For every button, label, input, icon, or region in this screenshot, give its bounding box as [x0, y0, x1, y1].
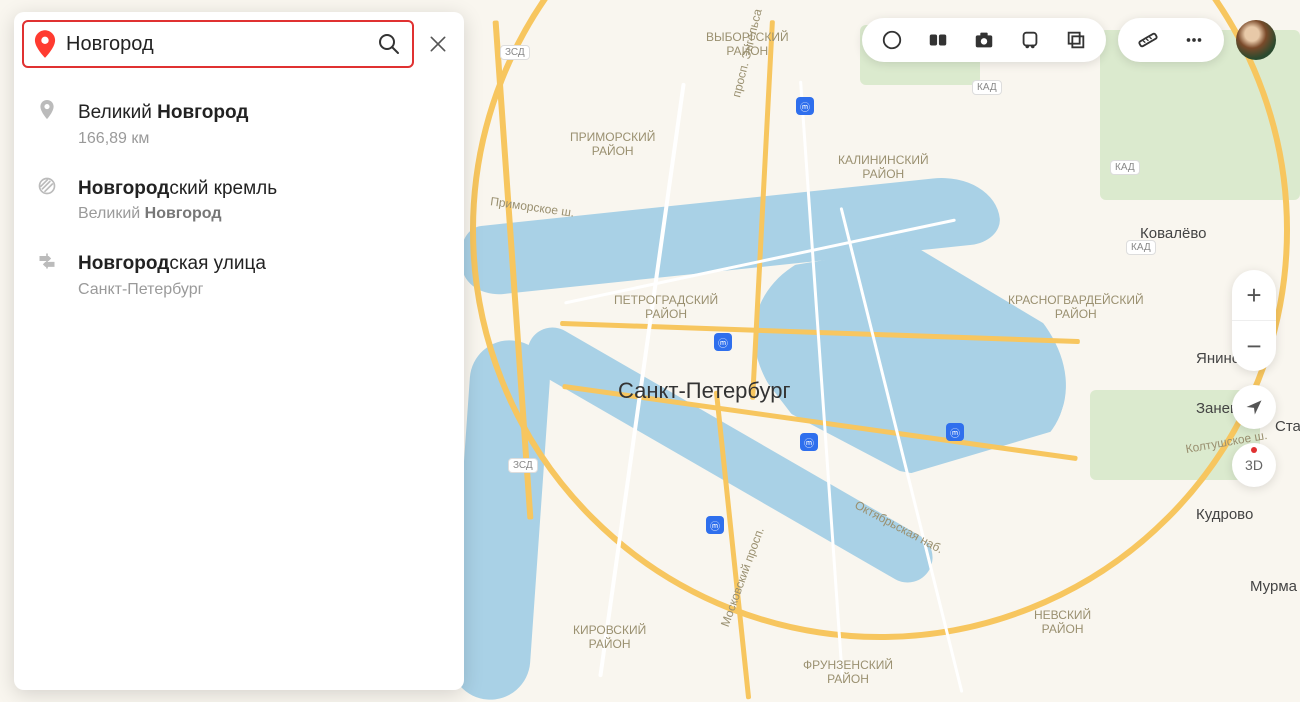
zoom-out-button[interactable]: − — [1232, 321, 1276, 371]
map-controls: + − 3D — [1232, 270, 1276, 487]
location-pin-icon — [34, 30, 56, 58]
metro-marker[interactable] — [706, 516, 724, 534]
district-label: КАЛИНИНСКИЙРАЙОН — [838, 153, 929, 181]
ruler-button[interactable] — [1126, 18, 1170, 62]
three-d-label: 3D — [1245, 457, 1263, 473]
road-label-kad: КАД — [972, 80, 1002, 95]
suggestion-item[interactable]: Новгородская улица Санкт-Петербург — [34, 237, 444, 313]
metro-marker[interactable] — [800, 433, 818, 451]
district-label: ПРИМОРСКИЙРАЙОН — [570, 130, 655, 158]
transport-button[interactable] — [1008, 18, 1052, 62]
top-toolbar — [862, 18, 1276, 62]
suggestion-subtitle: Великий Новгород — [78, 205, 444, 223]
road-label-zsd: ЗСД — [508, 458, 538, 473]
compass-3d-button[interactable]: 3D — [1232, 443, 1276, 487]
suggestion-title: Великий Новгород — [78, 100, 444, 126]
search-button[interactable] — [372, 27, 406, 61]
place-label: Кудрово — [1196, 506, 1253, 523]
suggestion-list: Великий Новгород 166,89 км Новгородский … — [22, 68, 456, 313]
camera-button[interactable] — [962, 18, 1006, 62]
city-label: Санкт-Петербург — [618, 378, 791, 404]
road-label-kad: КАД — [1110, 160, 1140, 175]
place-label: Ковалёво — [1140, 225, 1206, 242]
place-label: Ста — [1275, 418, 1300, 435]
locate-button[interactable] — [1232, 385, 1276, 429]
district-label: КИРОВСКИЙРАЙОН — [573, 623, 646, 651]
zoom-panel: + − — [1232, 270, 1276, 371]
compass-north-icon — [1251, 447, 1257, 453]
more-button[interactable] — [1172, 18, 1216, 62]
signpost-icon — [34, 251, 60, 277]
suggestion-title: Новгородский кремль — [78, 176, 444, 202]
tools-group — [1118, 18, 1224, 62]
suggestion-subtitle: 166,89 км — [78, 130, 444, 148]
district-label: КРАСНОГВАРДЕЙСКИЙРАЙОН — [1008, 293, 1144, 321]
layers-group — [862, 18, 1106, 62]
road-label-zsd: ЗСД — [500, 45, 530, 60]
search-box — [22, 20, 414, 68]
suggestion-item[interactable]: Великий Новгород 166,89 км — [34, 86, 444, 162]
road-label-kad: КАД — [1126, 240, 1156, 255]
layers-button[interactable] — [1054, 18, 1098, 62]
traffic-button[interactable] — [870, 18, 914, 62]
close-button[interactable] — [420, 26, 456, 62]
district-label: НЕВСКИЙРАЙОН — [1034, 608, 1091, 636]
search-input[interactable] — [66, 22, 372, 66]
district-label: ПЕТРОГРАДСКИЙРАЙОН — [614, 293, 718, 321]
metro-marker[interactable] — [946, 423, 964, 441]
suggestion-subtitle: Санкт-Петербург — [78, 281, 444, 299]
district-label: ФРУНЗЕНСКИЙРАЙОН — [803, 658, 893, 686]
search-panel: Великий Новгород 166,89 км Новгородский … — [14, 12, 464, 690]
zoom-in-button[interactable]: + — [1232, 270, 1276, 320]
place-label: Мурма — [1250, 578, 1297, 595]
metro-marker[interactable] — [714, 333, 732, 351]
street-panorama-button[interactable] — [916, 18, 960, 62]
pin-icon — [34, 100, 60, 126]
metro-marker[interactable] — [796, 97, 814, 115]
hatch-icon — [34, 176, 60, 202]
suggestion-title: Новгородская улица — [78, 251, 444, 277]
user-avatar[interactable] — [1236, 20, 1276, 60]
suggestion-item[interactable]: Новгородский кремль Великий Новгород — [34, 162, 444, 238]
